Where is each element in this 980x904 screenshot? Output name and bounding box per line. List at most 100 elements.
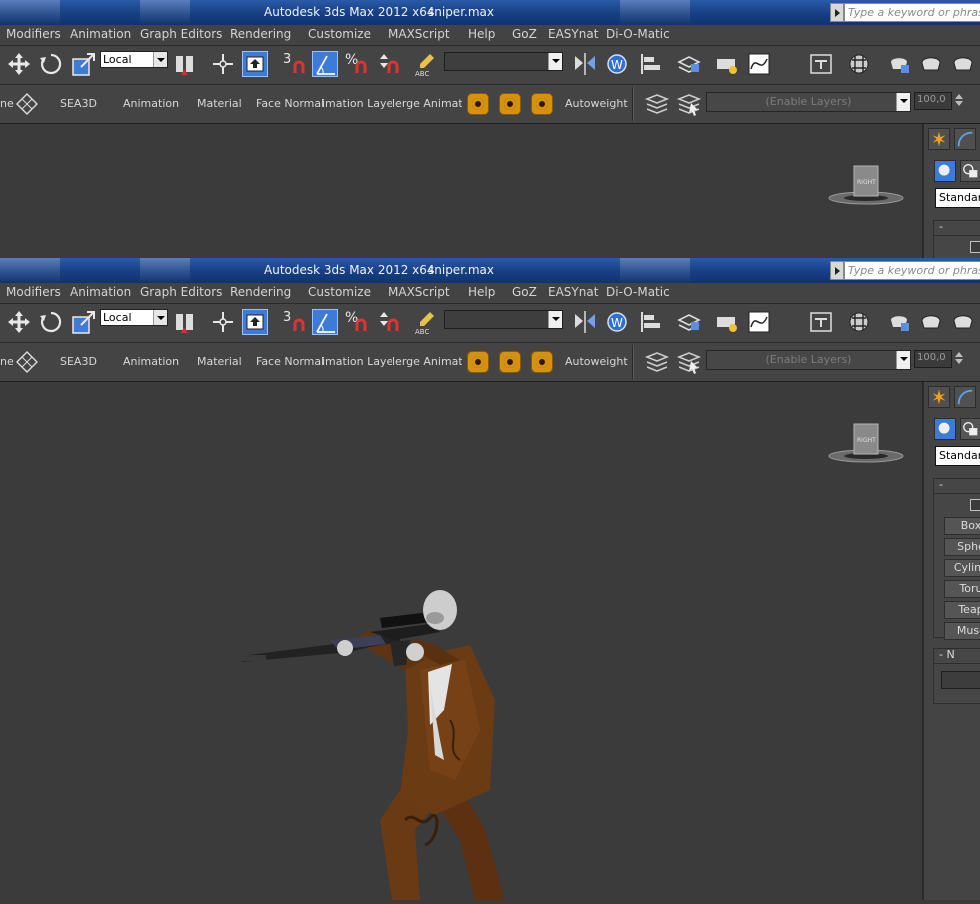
tab-sea3d[interactable]: SEA3D (60, 97, 97, 110)
angle-snap-icon[interactable] (312, 309, 338, 335)
edit-named-selection-icon[interactable]: ABC (414, 51, 440, 78)
menu-rendering[interactable]: Rendering (230, 285, 291, 299)
help-search-input[interactable]: Type a keyword or phrase (844, 261, 980, 280)
curve-editor-icon[interactable] (746, 309, 772, 335)
tab-merge-animation[interactable]: lerge Animatio (392, 355, 462, 368)
tab-face-normal[interactable]: Face Normal (256, 97, 324, 110)
pose-save-icon[interactable] (531, 351, 553, 373)
autogrid-checkbox[interactable] (970, 241, 980, 253)
align-icon[interactable] (638, 51, 664, 77)
move-icon[interactable] (6, 51, 32, 77)
geometry-icon[interactable] (934, 418, 956, 440)
graphite-icon[interactable] (14, 91, 40, 117)
render-production-icon[interactable] (918, 309, 944, 335)
modify-tab-icon[interactable] (954, 128, 976, 150)
render-iterative-icon[interactable] (950, 51, 976, 77)
keyboard-shortcut-override-icon[interactable] (242, 51, 268, 77)
menu-di-o-matic[interactable]: Di-O-Matic (606, 285, 670, 299)
create-tab-icon[interactable] (928, 128, 950, 150)
layer-stack-icon[interactable] (644, 349, 670, 375)
object-category-dropdown[interactable]: Standard (935, 446, 980, 466)
menu-help[interactable]: Help (468, 27, 495, 41)
menu-easynat[interactable]: EASYnat (548, 285, 598, 299)
menu-goz[interactable]: GoZ (512, 285, 537, 299)
create-box-button[interactable]: Box (944, 517, 980, 535)
menu-goz[interactable]: GoZ (512, 27, 537, 41)
select-manipulate-icon[interactable] (210, 51, 236, 77)
schematic-view-icon[interactable] (808, 309, 834, 335)
render-frame-window-icon[interactable] (886, 51, 912, 77)
rotate-icon[interactable] (38, 309, 64, 335)
object-name-input[interactable] (941, 671, 980, 689)
help-expand-button[interactable] (830, 261, 844, 280)
character-model[interactable] (230, 590, 530, 900)
menu-modifiers[interactable]: Modifiers (6, 285, 61, 299)
create-sphere-button[interactable]: Sphe (944, 538, 980, 556)
animation-layers-dropdown[interactable]: (Enable Layers) (706, 350, 911, 370)
menu-help[interactable]: Help (468, 285, 495, 299)
shapes-icon[interactable] (960, 418, 980, 440)
spinner-arrows[interactable] (954, 350, 964, 368)
pivot-icon[interactable] (172, 309, 198, 335)
create-tab-icon[interactable] (928, 386, 950, 408)
autogrid-checkbox[interactable] (970, 499, 980, 511)
create-muscle-button[interactable]: Musc (944, 622, 980, 640)
scale-icon[interactable] (71, 309, 97, 335)
spinner-snap-icon[interactable] (376, 309, 402, 335)
percent-snap-icon[interactable]: % (344, 309, 370, 335)
spinner-snap-icon[interactable] (376, 51, 402, 77)
tab-animation[interactable]: Animation (123, 355, 179, 368)
viewcube[interactable]: RIGHT (828, 422, 904, 468)
tab-material[interactable]: Material (197, 97, 242, 110)
layer-manager-icon[interactable] (676, 309, 702, 335)
menu-graph-editors[interactable]: Graph Editors (140, 27, 222, 41)
rollout-header[interactable]: - (934, 479, 980, 494)
tab-clipped[interactable]: ne (0, 97, 14, 110)
mirror-icon[interactable] (572, 309, 598, 335)
menu-di-o-matic[interactable]: Di-O-Matic (606, 27, 670, 41)
pivot-icon[interactable] (172, 51, 198, 77)
named-selection-set-dropdown[interactable] (444, 52, 563, 71)
move-icon[interactable] (6, 309, 32, 335)
animation-layers-dropdown[interactable]: (Enable Layers) (706, 92, 911, 112)
align-icon[interactable] (638, 309, 664, 335)
help-expand-button[interactable] (830, 3, 844, 22)
tab-sea3d[interactable]: SEA3D (60, 355, 97, 368)
scale-icon[interactable] (71, 51, 97, 77)
menu-maxscript[interactable]: MAXScript (388, 285, 450, 299)
render-setup-icon[interactable] (714, 309, 740, 335)
render-setup-icon[interactable] (714, 51, 740, 77)
keyboard-shortcut-override-icon[interactable] (242, 309, 268, 335)
help-search-input[interactable]: Type a keyword or phrase (844, 3, 980, 22)
graphite-icon[interactable] (14, 349, 40, 375)
spinner-arrows[interactable] (954, 92, 964, 110)
render-iterative-icon[interactable] (950, 309, 976, 335)
rollout-header[interactable]: - (934, 221, 980, 236)
menu-animation[interactable]: Animation (70, 285, 131, 299)
angle-snap-icon[interactable] (312, 51, 338, 77)
reference-coordinate-dropdown[interactable]: Local (100, 51, 168, 68)
tab-clipped[interactable]: ne (0, 355, 14, 368)
render-frame-window-icon[interactable] (886, 309, 912, 335)
viewport[interactable]: RIGHT (0, 124, 922, 258)
rotate-icon[interactable] (38, 51, 64, 77)
layer-select-icon[interactable] (676, 91, 702, 117)
tab-animation[interactable]: Animation (123, 97, 179, 110)
menu-easynat[interactable]: EASYnat (548, 27, 598, 41)
quick-align-icon[interactable]: W (604, 51, 630, 77)
viewcube[interactable]: RIGHT (828, 164, 904, 210)
shapes-icon[interactable] (960, 160, 980, 182)
layer-stack-icon[interactable] (644, 91, 670, 117)
pose-load-icon[interactable] (499, 93, 521, 115)
menu-customize[interactable]: Customize (308, 285, 371, 299)
menu-maxscript[interactable]: MAXScript (388, 27, 450, 41)
select-manipulate-icon[interactable] (210, 309, 236, 335)
tab-animation-layers[interactable]: imation Layers (322, 355, 392, 368)
create-cylinder-button[interactable]: Cylind (944, 559, 980, 577)
menu-customize[interactable]: Customize (308, 27, 371, 41)
layer-manager-icon[interactable] (676, 51, 702, 77)
layer-weight-spinner[interactable]: 100,0 (914, 350, 952, 368)
named-selection-set-dropdown[interactable] (444, 310, 563, 329)
layer-weight-spinner[interactable]: 100,0 (914, 92, 952, 110)
reference-coordinate-dropdown[interactable]: Local (100, 309, 168, 326)
